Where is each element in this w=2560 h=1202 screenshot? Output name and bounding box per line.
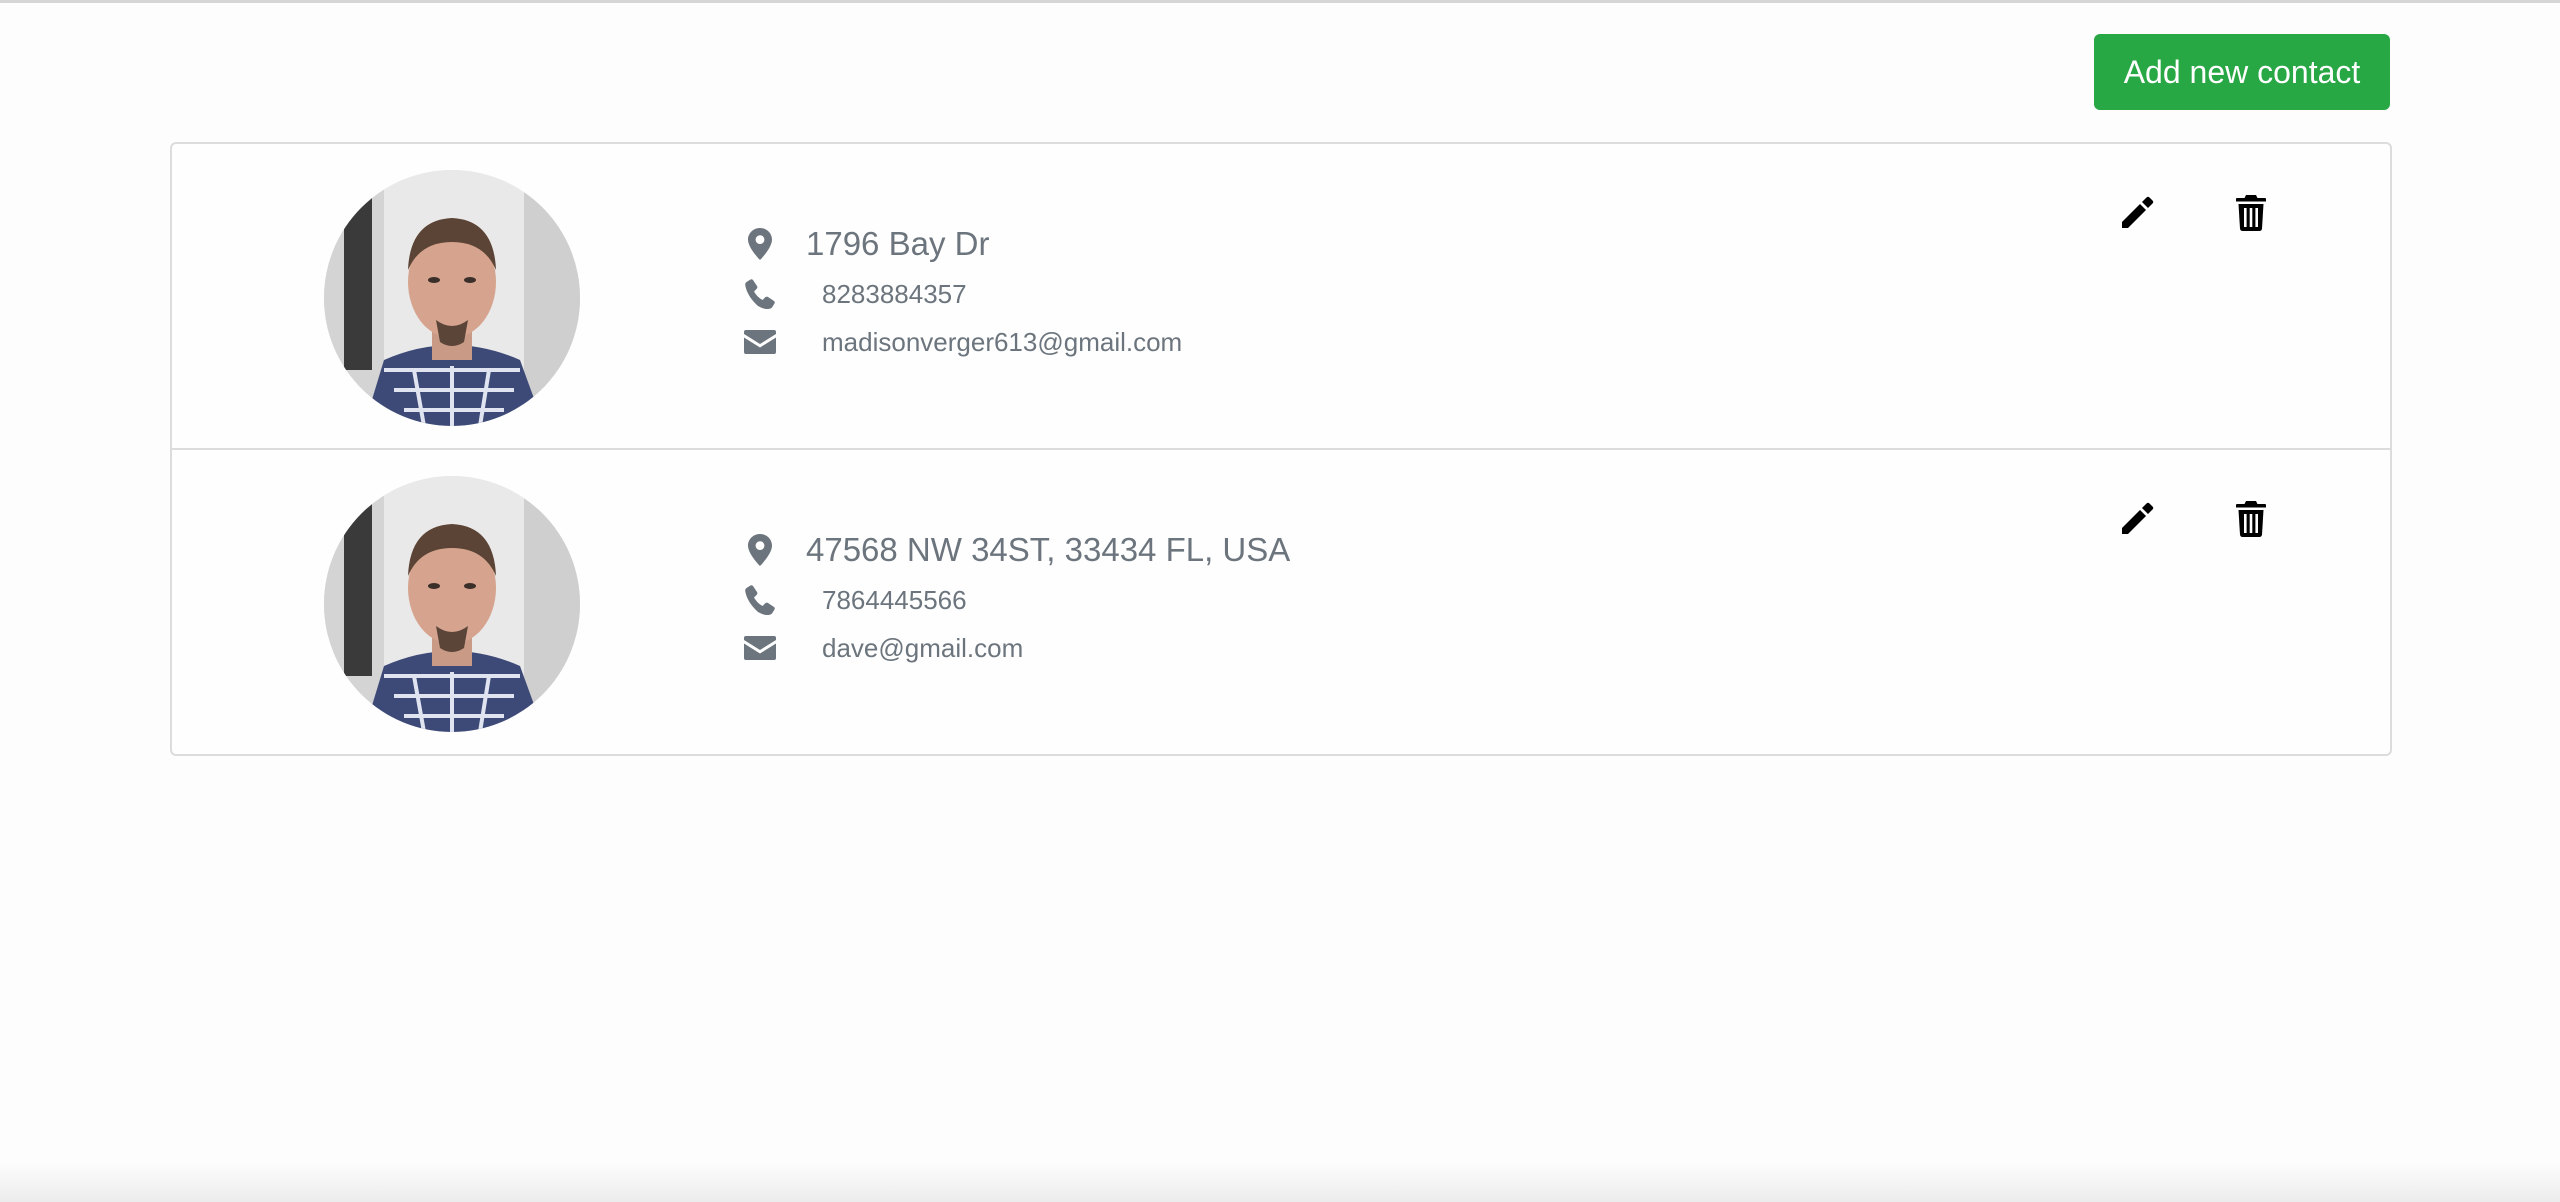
contact-phone: 7864445566 (822, 584, 967, 615)
contact-actions (2112, 188, 2276, 238)
contact-email: dave@gmail.com (822, 632, 1024, 663)
delete-button[interactable] (2226, 188, 2276, 238)
avatar-photo (324, 170, 580, 426)
top-divider (0, 0, 2560, 3)
email-row: dave@gmail.com (744, 624, 1290, 672)
edit-button[interactable] (2112, 494, 2162, 544)
envelope-icon (744, 636, 776, 660)
contact-card: 1796 Bay Dr 8283884357 madisonverger613@… (172, 144, 2390, 448)
map-marker-icon (744, 228, 776, 260)
window-bottom-edge (0, 1162, 2560, 1202)
add-contact-button[interactable]: Add new contact (2094, 34, 2390, 110)
contact-info: 47568 NW 34ST, 33434 FL, USA 7864445566 … (744, 526, 1290, 672)
email-row: madisonverger613@gmail.com (744, 318, 1182, 366)
trash-icon (2236, 195, 2266, 231)
address-row: 1796 Bay Dr (744, 220, 1182, 268)
avatar (324, 476, 580, 732)
contact-email: madisonverger613@gmail.com (822, 326, 1183, 357)
contact-phone: 8283884357 (822, 278, 967, 309)
map-marker-icon (744, 534, 776, 566)
contact-list: 1796 Bay Dr 8283884357 madisonverger613@… (170, 142, 2392, 756)
contact-address: 1796 Bay Dr (806, 225, 990, 262)
address-row: 47568 NW 34ST, 33434 FL, USA (744, 526, 1290, 574)
phone-row: 8283884357 (744, 270, 1182, 318)
phone-icon (744, 585, 776, 615)
delete-button[interactable] (2226, 494, 2276, 544)
contact-actions (2112, 494, 2276, 544)
contact-card: 47568 NW 34ST, 33434 FL, USA 7864445566 … (172, 448, 2390, 754)
contact-info: 1796 Bay Dr 8283884357 madisonverger613@… (744, 220, 1182, 366)
pencil-icon (2122, 502, 2154, 534)
trash-icon (2236, 501, 2266, 537)
edit-button[interactable] (2112, 188, 2162, 238)
envelope-icon (744, 330, 776, 354)
avatar-photo (324, 476, 580, 732)
phone-icon (744, 279, 776, 309)
pencil-icon (2122, 196, 2154, 228)
avatar (324, 170, 580, 426)
phone-row: 7864445566 (744, 576, 1290, 624)
contact-address: 47568 NW 34ST, 33434 FL, USA (806, 531, 1291, 568)
